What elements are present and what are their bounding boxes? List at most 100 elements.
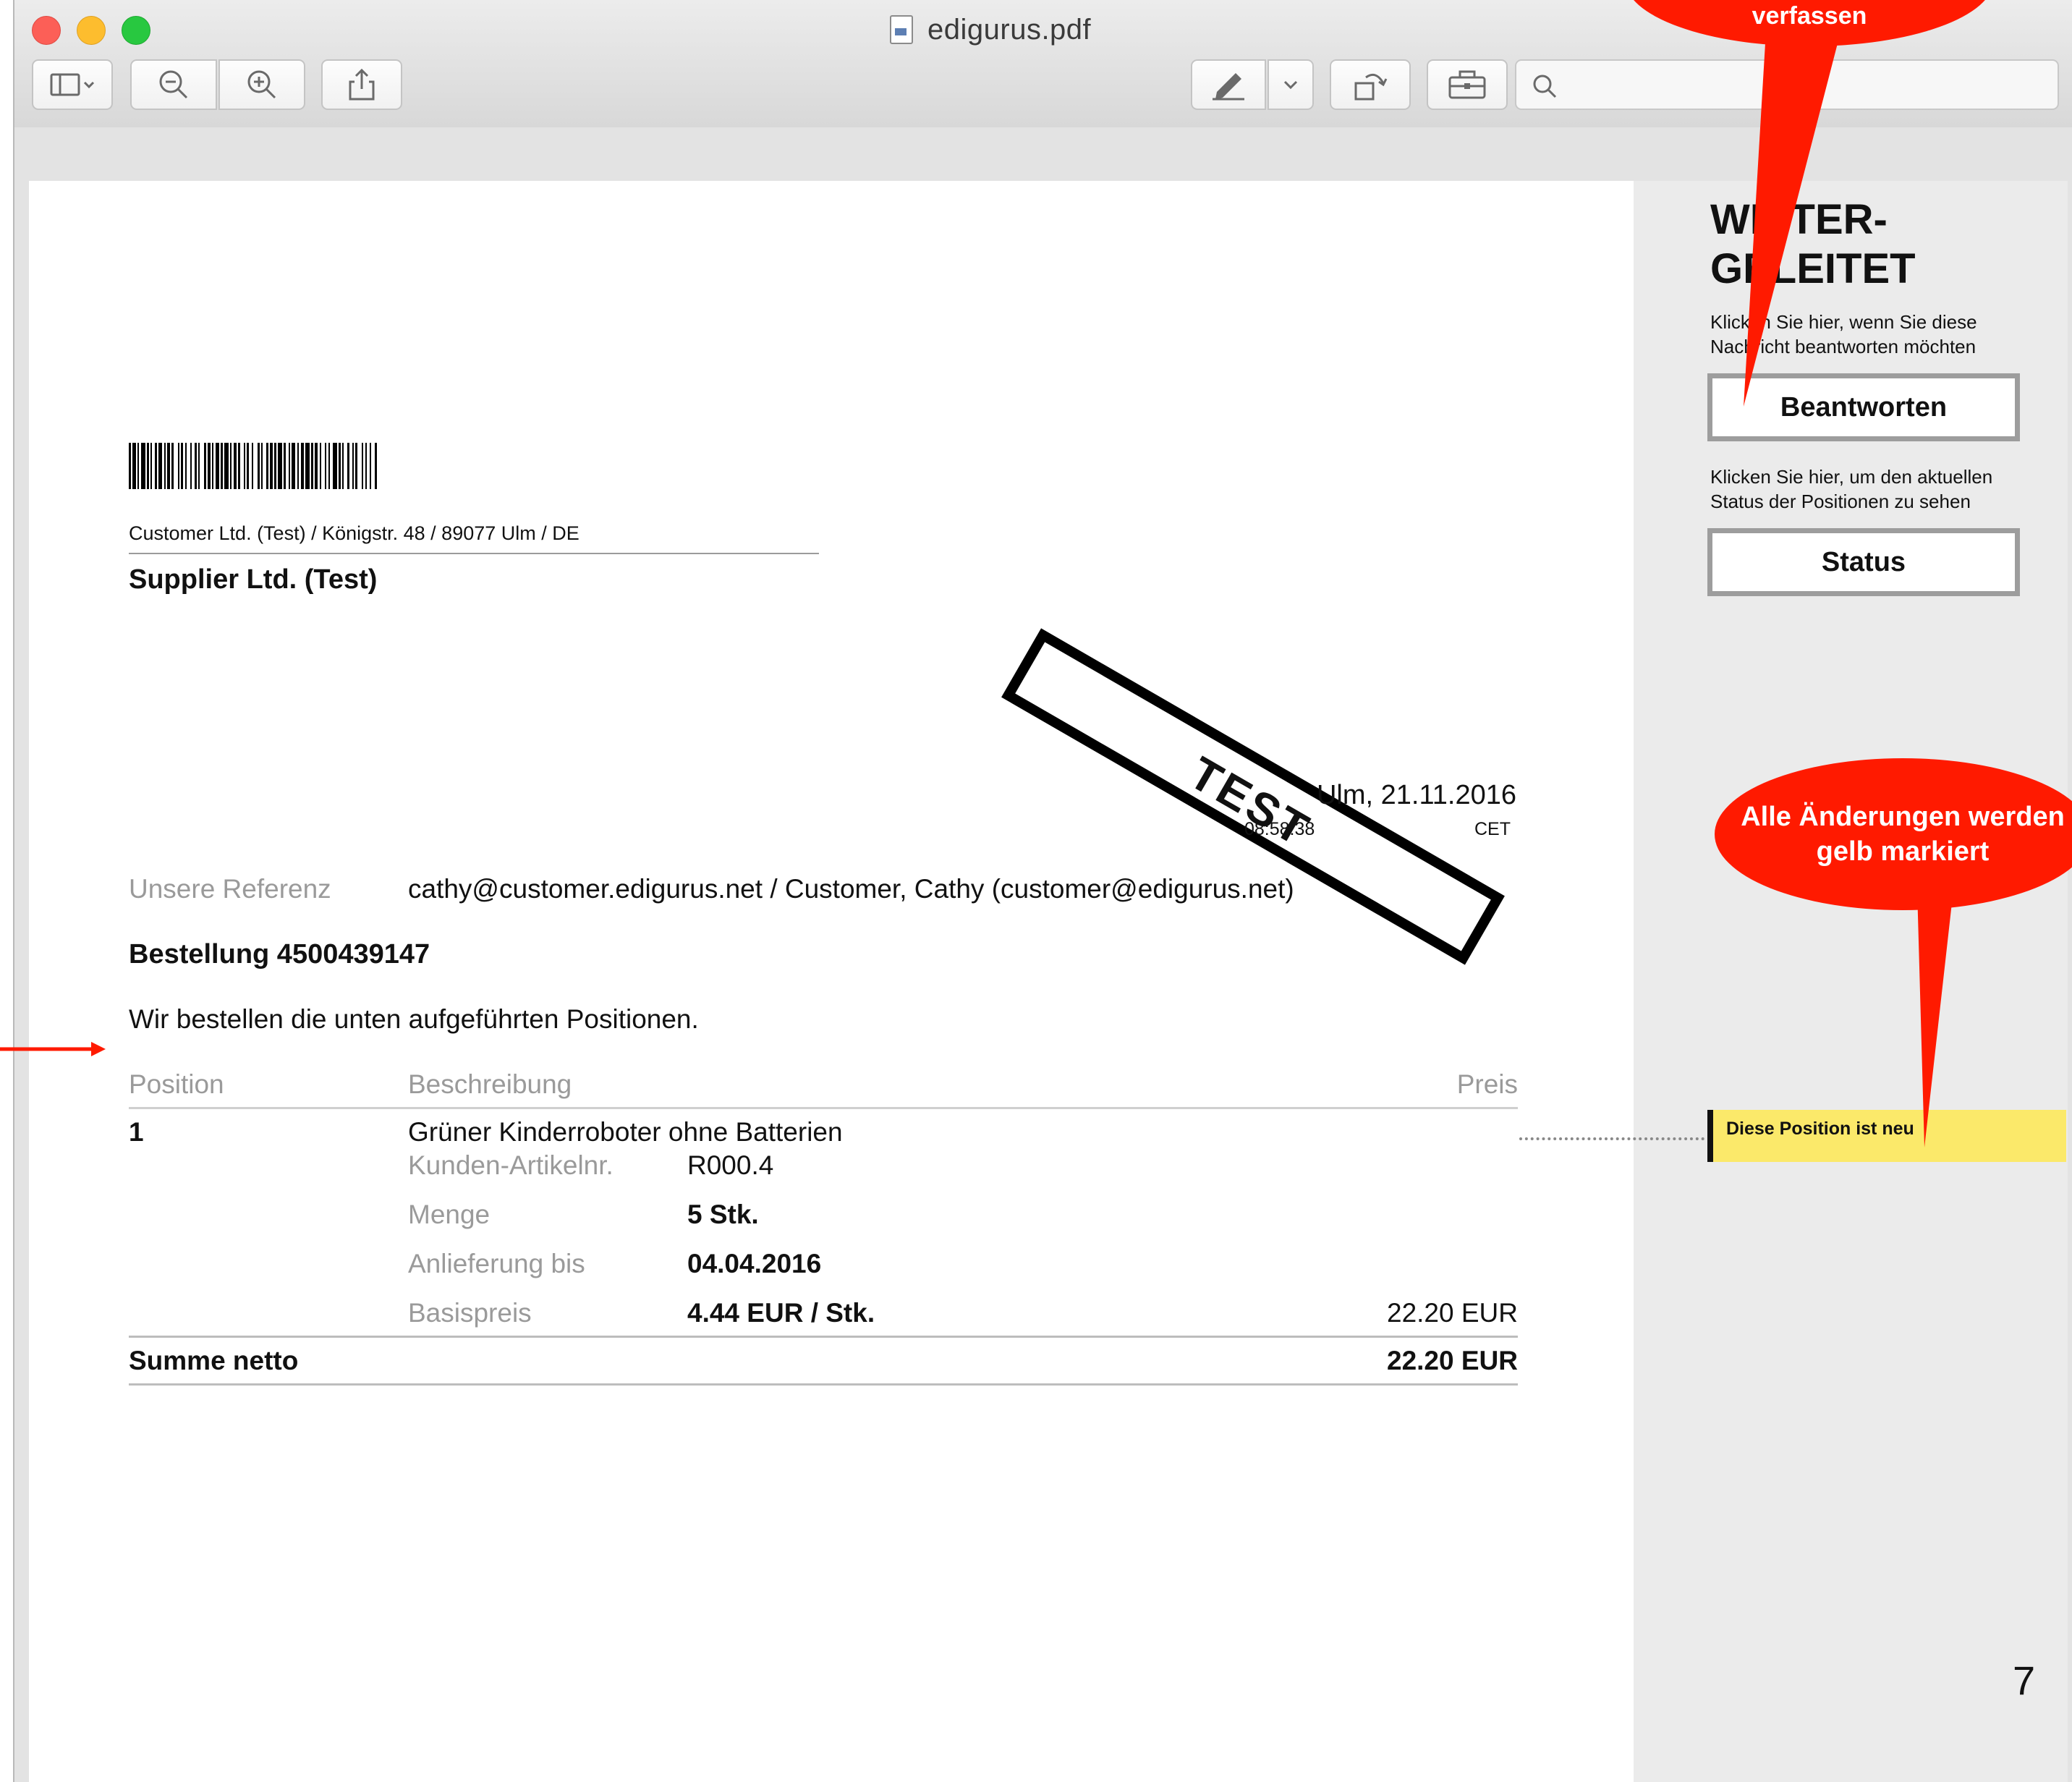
barcode-bar — [355, 443, 357, 489]
barcode-bar — [297, 443, 299, 489]
barcode-bar — [178, 443, 179, 489]
header-price: Preis — [1456, 1069, 1518, 1099]
barcode-bar — [238, 443, 240, 489]
share-button[interactable] — [321, 59, 402, 110]
barcode-bar — [216, 443, 219, 489]
window-title: edigurus.pdf — [890, 10, 1091, 49]
total-rule — [129, 1383, 1518, 1386]
barcode-bar — [278, 443, 282, 489]
change-leader-line — [1519, 1137, 1704, 1140]
maximize-window-button[interactable] — [122, 16, 150, 45]
barcode-bar — [190, 443, 192, 489]
detail-value-quantity: 5 Stk. — [687, 1200, 759, 1229]
reply-instruction: Klicken Sie hier, wenn Sie diese Nachric… — [1710, 311, 1977, 357]
barcode-bar — [270, 443, 273, 489]
barcode-bar — [320, 443, 321, 489]
barcode-bar — [274, 443, 276, 489]
barcode-bar — [258, 443, 260, 489]
barcode-bar — [150, 443, 152, 489]
detail-label-article: Kunden-Artikelnr. — [408, 1150, 613, 1180]
barcode — [129, 443, 590, 489]
barcode-bar — [252, 443, 253, 489]
barcode-bar — [289, 443, 290, 489]
barcode-bar — [347, 443, 349, 489]
barcode-bar — [141, 443, 145, 489]
zoom-out-icon — [159, 70, 188, 99]
barcode-bar — [352, 443, 354, 489]
barcode-bar — [315, 443, 318, 489]
header-description: Beschreibung — [408, 1069, 572, 1099]
markup-menu-button[interactable] — [1268, 59, 1314, 110]
rotate-icon — [1354, 73, 1388, 101]
forwarded-heading-line-2: GELEITET — [1710, 245, 1916, 292]
zoom-out-button[interactable] — [130, 59, 217, 110]
sidebar-toggle-button[interactable] — [32, 59, 113, 110]
total-value: 22.20 EUR — [1387, 1346, 1518, 1375]
order-intro: Wir bestellen die unten aufgeführten Pos… — [129, 1004, 699, 1034]
search-field[interactable] — [1515, 59, 2059, 110]
barcode-bar — [181, 443, 183, 489]
pdf-document-icon — [890, 15, 913, 44]
sender-address: Customer Ltd. (Test) / Königstr. 48 / 89… — [129, 522, 579, 544]
detail-label-delivery: Anlieferung bis — [408, 1249, 585, 1278]
markup-button[interactable] — [1191, 59, 1266, 110]
barcode-bar — [185, 443, 187, 489]
close-window-button[interactable] — [32, 16, 61, 45]
search-icon — [1533, 75, 1557, 98]
pdf-page[interactable]: Customer Ltd. (Test) / Königstr. 48 / 89… — [29, 181, 2068, 1782]
barcode-bar — [158, 443, 162, 489]
barcode-bar — [132, 443, 136, 489]
barcode-bar — [301, 443, 304, 489]
reference-value: cathy@customer.edigurus.net / Customer, … — [408, 874, 1294, 904]
detail-label-base-price: Basispreis — [408, 1298, 532, 1328]
order-date: Ulm, 21.11.2016 — [1316, 780, 1516, 810]
sender-divider — [129, 553, 819, 554]
barcode-bar — [221, 443, 223, 489]
detail-value-article: R000.4 — [687, 1150, 774, 1180]
window-title-text: edigurus.pdf — [927, 13, 1092, 46]
zoom-in-icon — [247, 70, 276, 99]
minimize-window-button[interactable] — [77, 16, 106, 45]
barcode-bar — [339, 443, 341, 489]
chevron-down-icon — [1283, 80, 1298, 90]
barcode-bar — [147, 443, 149, 489]
order-time: 08:58:38 — [1244, 819, 1315, 839]
toolbox-button[interactable] — [1427, 59, 1508, 110]
barcode-bar — [247, 443, 249, 489]
order-title: Bestellung 4500439147 — [129, 939, 430, 970]
preview-window: edigurus.pdf Customer Ltd. (Test) / Köni… — [13, 0, 2072, 1782]
barcode-bar — [328, 443, 330, 489]
barcode-bar — [292, 443, 295, 489]
total-label: Summe netto — [129, 1346, 299, 1375]
barcode-bar — [234, 443, 237, 489]
barcode-bar — [224, 443, 229, 489]
reply-button[interactable]: Beantworten — [1707, 373, 2020, 441]
barcode-bar — [333, 443, 337, 489]
row-price: 22.20 EUR — [1387, 1298, 1518, 1328]
rotate-button[interactable] — [1330, 59, 1411, 110]
forwarded-heading-line-1: WEITER- — [1710, 196, 1888, 243]
header-position: Position — [129, 1069, 224, 1099]
barcode-bar — [342, 443, 344, 489]
barcode-bar — [261, 443, 263, 489]
barcode-bar — [365, 443, 367, 489]
barcode-bar — [212, 443, 213, 489]
change-note: Diese Position ist neu — [1707, 1110, 2066, 1162]
pen-icon — [1213, 73, 1244, 101]
barcode-bar — [155, 443, 157, 489]
barcode-bar — [171, 443, 174, 489]
share-icon — [349, 68, 375, 101]
detail-value-base-price: 4.44 EUR / Stk. — [687, 1298, 875, 1328]
barcode-bar — [362, 443, 363, 489]
barcode-bar — [370, 443, 371, 489]
reference-label: Unsere Referenz — [129, 874, 331, 904]
zoom-in-button[interactable] — [218, 59, 305, 110]
barcode-bar — [325, 443, 326, 489]
toolbox-icon — [1448, 70, 1486, 99]
row-position: 1 — [129, 1117, 144, 1147]
sidebar-icon — [50, 73, 95, 96]
barcode-bar — [204, 443, 206, 489]
order-timezone: CET — [1474, 819, 1511, 839]
status-button[interactable]: Status — [1707, 528, 2020, 596]
barcode-bar — [208, 443, 211, 489]
